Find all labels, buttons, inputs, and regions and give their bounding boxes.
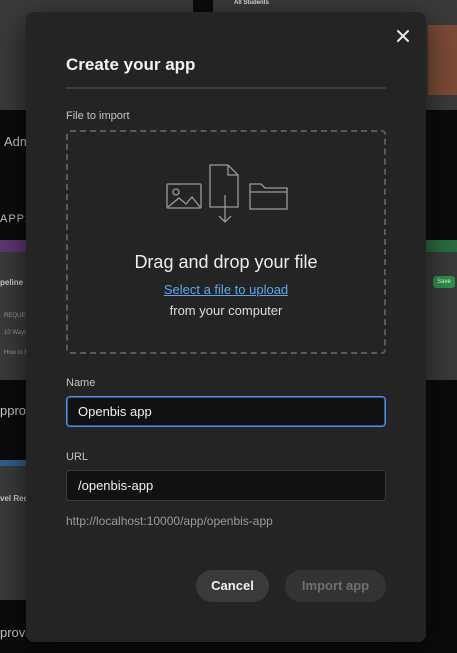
dropzone-title: Drag and drop your file: [134, 252, 318, 272]
select-file-link[interactable]: Select a file to upload: [68, 282, 384, 297]
url-preview: http://localhost:10000/app/openbis-app: [66, 514, 273, 528]
file-import-label: File to import: [66, 110, 130, 122]
close-button[interactable]: [393, 26, 413, 46]
title-divider: [66, 87, 386, 89]
bg-all-students: All Students: [234, 0, 270, 6]
image-icon: [166, 183, 202, 209]
bg-save-button: Save: [433, 276, 455, 288]
file-dropzone[interactable]: Drag and drop your file Select a file to…: [66, 130, 386, 354]
bg-strip-green: [425, 240, 457, 252]
close-icon: [397, 30, 409, 42]
bg-orange-panel: [428, 25, 457, 95]
dropzone-subtitle: from your computer: [169, 303, 283, 318]
modal-title: Create your app: [66, 55, 196, 74]
bg-pipeline-label: peline: [0, 278, 24, 287]
name-label: Name: [66, 377, 96, 389]
create-app-modal: Create your app File to import Drag and …: [26, 12, 426, 642]
url-label: URL: [66, 451, 89, 463]
folder-icon: [249, 183, 288, 210]
import-app-button[interactable]: Import app: [285, 570, 386, 602]
cancel-button[interactable]: Cancel: [196, 570, 269, 602]
dropzone-illustration: [166, 164, 288, 223]
file-download-icon: [209, 164, 239, 223]
bg-card-mid-right: [425, 240, 457, 380]
name-input[interactable]: [66, 396, 386, 427]
url-input[interactable]: [66, 470, 386, 501]
